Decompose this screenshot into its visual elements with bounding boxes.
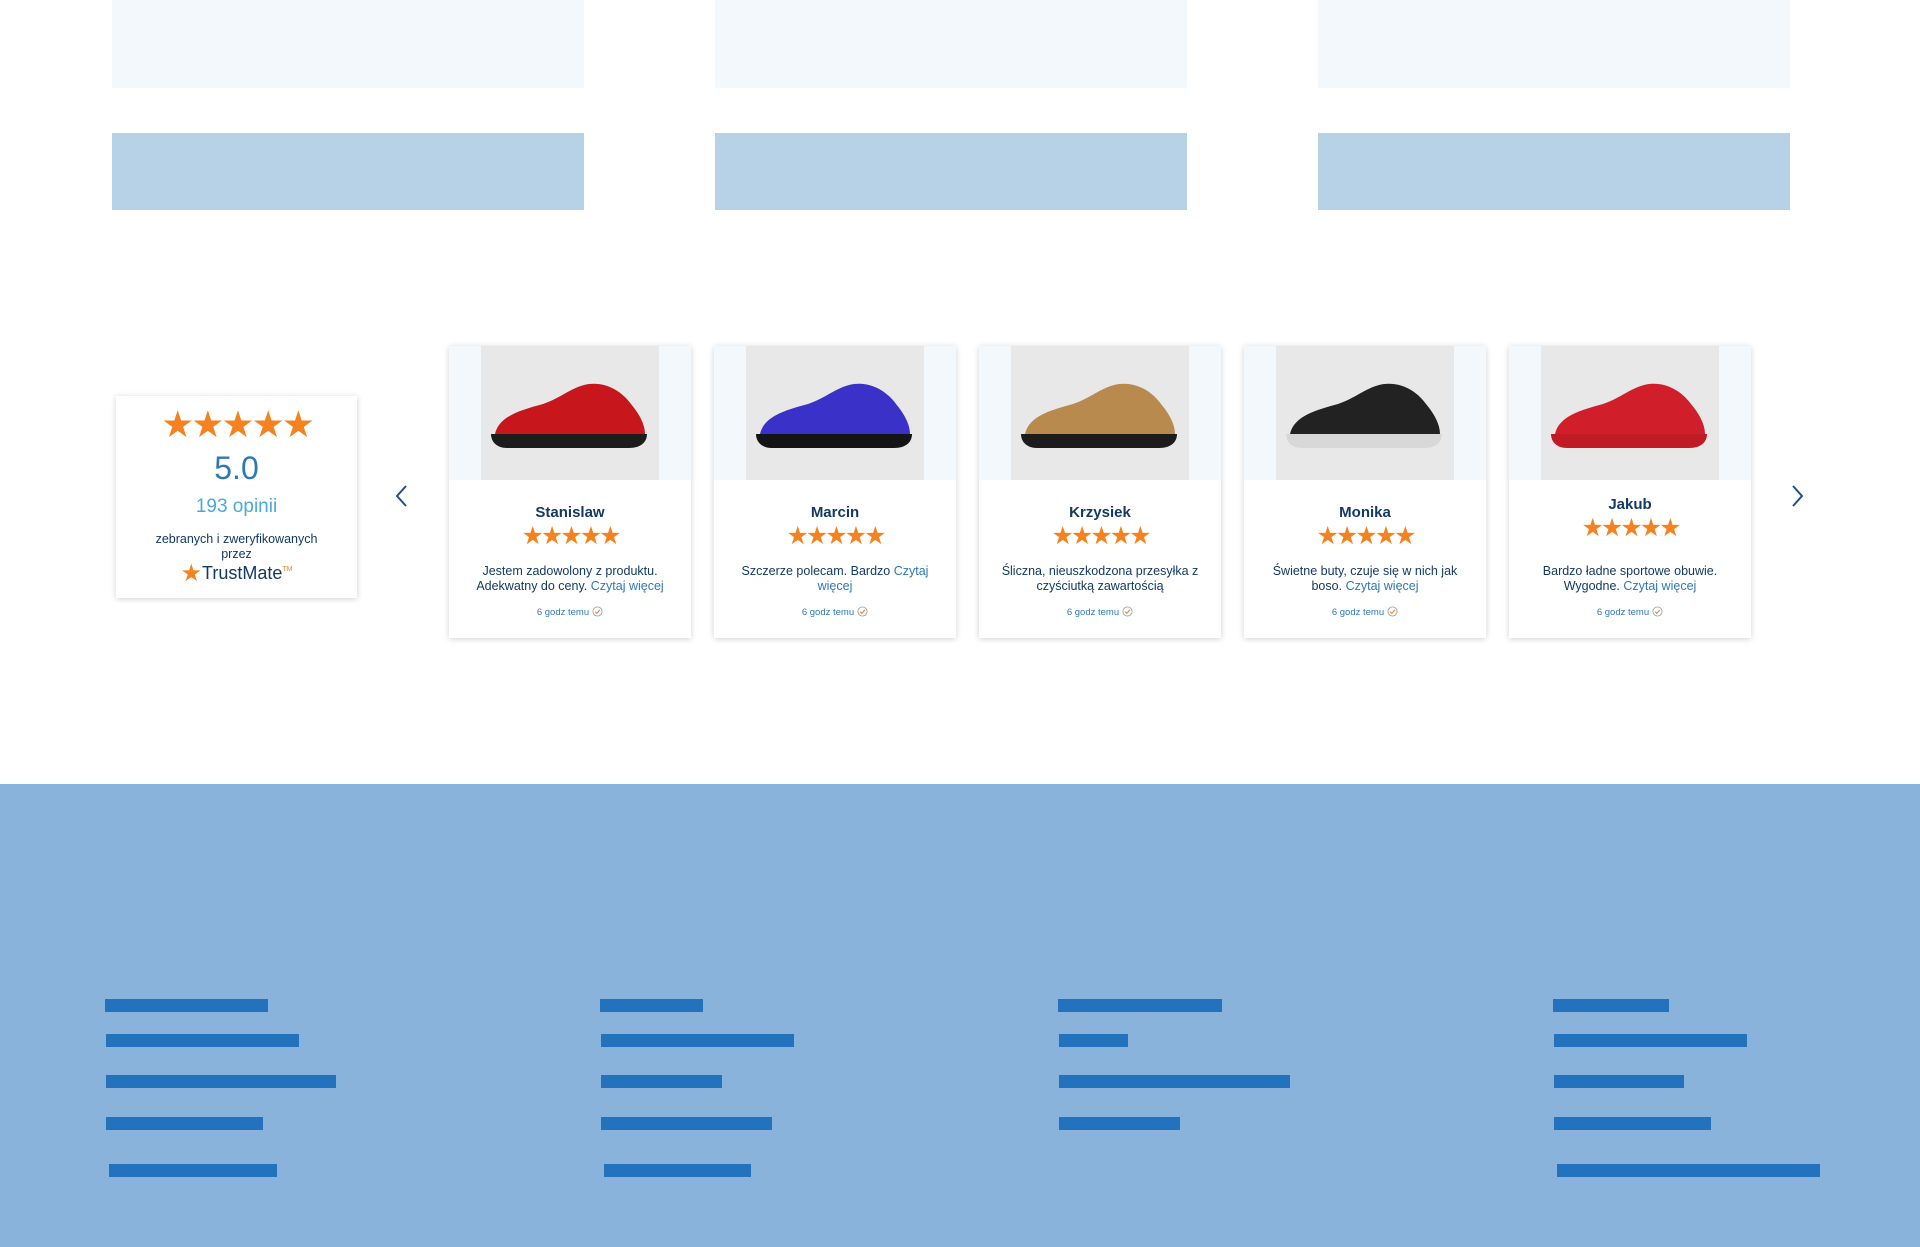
footer-link-placeholder[interactable] [604,1164,751,1177]
shoe-upper [1025,383,1175,434]
verified-check-icon [1122,606,1133,617]
shoe-upper [495,383,645,434]
footer-link-placeholder[interactable] [1557,1164,1820,1177]
shoe-sole [491,434,647,448]
verified-check-icon [1652,606,1663,617]
review-stars: ★★★★★ [1051,522,1151,550]
reviewer-name: Krzysiek [1069,504,1131,521]
placeholder-button-1[interactable] [112,133,584,210]
average-score: 5.0 [214,450,259,486]
placeholder-block-1 [112,0,584,88]
verified-check-icon [1387,606,1398,617]
read-more-link[interactable]: Czytaj więcej [1623,579,1696,593]
footer-link-placeholder[interactable] [601,1117,772,1130]
footer-link-placeholder[interactable] [105,999,268,1012]
footer-link-placeholder[interactable] [1058,999,1222,1012]
footer [0,784,1920,1247]
footer-link-placeholder[interactable] [1059,1117,1180,1130]
review-stars: ★★★★★ [786,522,886,550]
placeholder-block-2 [715,0,1187,88]
review-stars: ★★★★★ [521,522,621,550]
footer-link-placeholder[interactable] [109,1164,277,1177]
collected-caption: zebranych i zweryfikowanych przez [155,532,318,561]
footer-link-placeholder[interactable] [1554,1034,1747,1047]
shoe-sole [1551,434,1707,448]
review-stars: ★★★★★ [1316,522,1416,550]
review-time: 6 godz temu [979,606,1221,618]
verified-check-icon [592,606,603,617]
shoe-sole [1286,434,1442,448]
review-card[interactable]: Stanislaw ★★★★★ Jestem zadowolony z prod… [449,346,691,638]
trustmate-logo[interactable]: ★TrustMateTM [116,559,357,588]
reviewer-name: Jakub [1608,496,1652,513]
verified-check-icon [857,606,868,617]
shoe-image [491,383,647,448]
footer-link-placeholder[interactable] [106,1034,299,1047]
shoe-upper [1290,383,1440,434]
footer-link-placeholder[interactable] [1553,999,1669,1012]
reviewer-name: Monika [1339,504,1391,521]
review-text: Jestem zadowolony z produktu. Adekwatny … [476,564,664,593]
shoe-upper [1555,383,1705,434]
footer-link-placeholder[interactable] [1059,1075,1290,1088]
review-text: Szczerze polecam. Bardzo Czytaj więcej [741,564,929,593]
footer-link-placeholder[interactable] [1554,1117,1711,1130]
shoe-image [1551,383,1707,448]
product-image [1244,346,1486,480]
product-image [449,346,691,480]
shoe-image [1021,383,1177,448]
shoe-sole [756,434,912,448]
shoe-image [756,383,912,448]
footer-link-placeholder[interactable] [1059,1034,1128,1047]
review-card[interactable]: Monika ★★★★★ Świetne buty, czuje się w n… [1244,346,1486,638]
carousel-prev-button[interactable] [390,481,414,511]
review-text: Bardzo ładne sportowe obuwie. Wygodne. C… [1542,564,1718,593]
reviewer-name: Marcin [810,504,860,521]
footer-link-placeholder[interactable] [106,1075,336,1088]
placeholder-block-3 [1318,0,1790,88]
footer-link-placeholder[interactable] [600,999,703,1012]
review-text: Śliczna, nieuszkodzona przesyłka z czyśc… [1001,564,1199,593]
footer-link-placeholder[interactable] [601,1075,722,1088]
product-image [979,346,1221,480]
review-time: 6 godz temu [449,606,691,618]
chevron-left-icon [395,485,407,507]
carousel-next-button[interactable] [1785,481,1809,511]
shoe-image [1286,383,1442,448]
shoe-sole [1021,434,1177,448]
review-card[interactable]: Jakub ★★★★★ Bardzo ładne sportowe obuwie… [1509,346,1751,638]
chevron-right-icon [1792,485,1804,507]
product-image [1509,346,1751,480]
footer-link-placeholder[interactable] [106,1117,263,1130]
trustmate-summary-card: ★★★★★ 5.0 193 opinii zebranych i zweryfi… [116,396,357,598]
opinions-count[interactable]: 193 opinii [116,496,357,518]
shoe-upper [760,383,910,434]
review-card[interactable]: Krzysiek ★★★★★ Śliczna, nieuszkodzona pr… [979,346,1221,638]
footer-link-placeholder[interactable] [1554,1075,1684,1088]
rating-stars: ★★★★★ [161,404,315,445]
review-time: 6 godz temu [1244,606,1486,618]
review-text: Świetne buty, czuje się w nich jak boso.… [1272,564,1458,593]
placeholder-button-2[interactable] [715,133,1187,210]
placeholder-button-3[interactable] [1318,133,1790,210]
review-stars: ★★★★★ [1581,514,1681,542]
product-image [714,346,956,480]
review-time: 6 godz temu [1509,606,1751,618]
star-icon: ★ [180,560,203,587]
footer-link-placeholder[interactable] [601,1034,794,1047]
reviewer-name: Stanislaw [535,504,605,521]
read-more-link[interactable]: Czytaj więcej [591,579,664,593]
review-card[interactable]: Marcin ★★★★★ Szczerze polecam. Bardzo Cz… [714,346,956,638]
review-time: 6 godz temu [714,606,956,618]
read-more-link[interactable]: Czytaj więcej [1346,579,1419,593]
